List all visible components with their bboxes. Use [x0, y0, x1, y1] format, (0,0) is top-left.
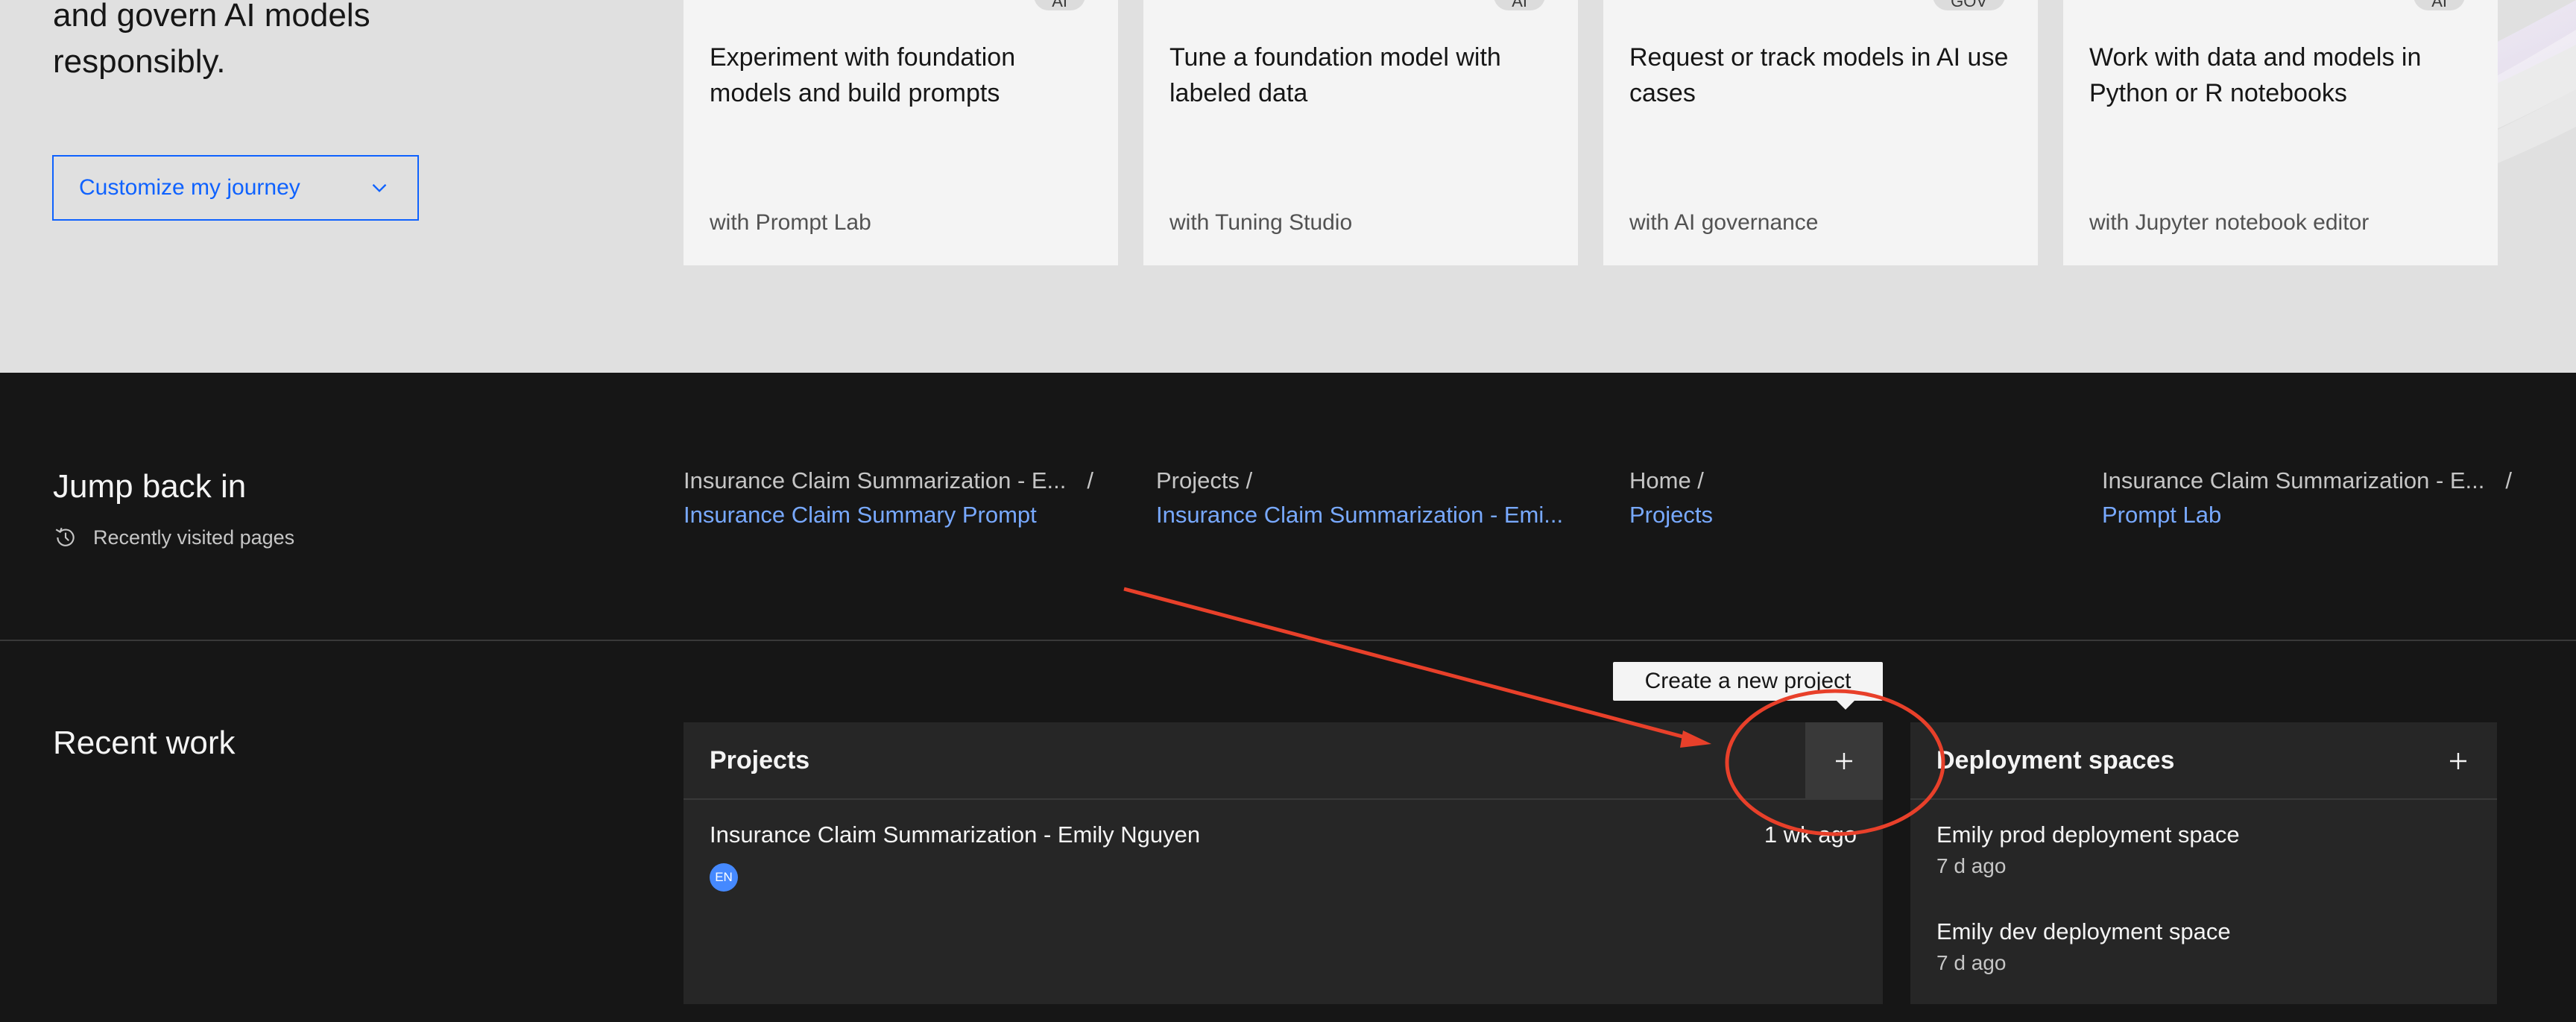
- spaces-panel-title: Deployment spaces: [1936, 745, 2175, 775]
- jump-back-in-title: Jump back in: [53, 468, 247, 505]
- brackets-icon: [710, 0, 747, 13]
- card-title: Work with data and models in Python or R…: [2089, 43, 2422, 107]
- create-space-button[interactable]: [2419, 722, 2497, 800]
- card-ai-governance[interactable]: GOV Request or track models in AI use ca…: [1603, 0, 2038, 265]
- breadcrumb-separator: /: [1087, 467, 1094, 493]
- visited-item: Insurance Claim Summarization - E... / P…: [2102, 464, 2549, 532]
- customize-journey-label: Customize my journey: [79, 175, 300, 200]
- journey-section: and govern AI models responsibly. Custom…: [0, 0, 2576, 373]
- deployment-spaces-panel: Deployment spaces Emily prod deployment …: [1910, 722, 2497, 1004]
- scale-icon: [1629, 0, 1667, 13]
- projects-panel-header: Projects: [684, 722, 1883, 800]
- plus-icon: [2450, 753, 2466, 769]
- card-title: Experiment with foundation models and bu…: [710, 43, 1016, 107]
- visited-breadcrumb: Insurance Claim Summarization - E... /: [684, 464, 1131, 498]
- card-title: Request or track models in AI use cases: [1629, 43, 2009, 107]
- visited-link[interactable]: Projects: [1629, 498, 2077, 532]
- visited-breadcrumb: Insurance Claim Summarization - E... /: [2102, 464, 2549, 498]
- space-time: 7 d ago: [1936, 951, 2007, 974]
- card-tag: AI: [2414, 0, 2465, 10]
- breadcrumb-parent: Home /: [1629, 467, 1704, 493]
- history-icon: [55, 527, 75, 546]
- space-time: 7 d ago: [1936, 854, 2007, 877]
- intro-line-2: responsibly.: [53, 43, 226, 80]
- intro-text: and govern AI models responsibly.: [53, 0, 619, 85]
- card-jupyter-notebook[interactable]: AI Work with data and models in Python o…: [2063, 0, 2498, 265]
- visited-item: Insurance Claim Summarization - E... / I…: [684, 464, 1131, 532]
- jump-back-in-section: Jump back in Recently visited pages Insu…: [0, 373, 2576, 641]
- recently-visited-text: Recently visited pages: [93, 526, 295, 549]
- spaces-panel-header: Deployment spaces: [1910, 722, 2497, 800]
- project-time: 1 wk ago: [1764, 821, 1857, 848]
- plus-icon: [1836, 753, 1852, 769]
- visited-link[interactable]: Insurance Claim Summarization - Emi...: [1156, 498, 1603, 532]
- intro-line-1: and govern AI models: [53, 0, 370, 34]
- card-tuning-studio[interactable]: AI Tune a foundation model with labeled …: [1143, 0, 1578, 265]
- recently-visited-label: Recently visited pages: [53, 525, 294, 550]
- visited-breadcrumb: Projects /: [1156, 464, 1603, 498]
- breadcrumb-parent: Insurance Claim Summarization - E...: [2102, 467, 2485, 493]
- space-name[interactable]: Emily prod deployment space: [1936, 821, 2240, 848]
- card-subtitle: with Prompt Lab: [710, 210, 871, 235]
- chevron-down-icon: [372, 183, 387, 192]
- project-name[interactable]: Insurance Claim Summarization - Emily Ng…: [710, 821, 1200, 848]
- avatar: EN: [710, 863, 738, 892]
- visited-link[interactable]: Insurance Claim Summary Prompt: [684, 498, 1131, 532]
- card-tag: GOV: [1933, 0, 2005, 10]
- visited-item: Home / Projects: [1629, 464, 2077, 532]
- breadcrumb-parent: Insurance Claim Summarization - E...: [684, 467, 1067, 493]
- notebook-icon: [2089, 0, 2127, 13]
- breadcrumb-separator: /: [2505, 467, 2513, 493]
- card-tag: AI: [1494, 0, 1545, 10]
- card-prompt-lab[interactable]: AI Experiment with foundation models and…: [684, 0, 1118, 265]
- visited-item: Projects / Insurance Claim Summarization…: [1156, 464, 1603, 532]
- space-name[interactable]: Emily dev deployment space: [1936, 918, 2231, 945]
- breadcrumb-parent: Projects /: [1156, 467, 1253, 493]
- visited-link[interactable]: Prompt Lab: [2102, 498, 2549, 532]
- card-subtitle: with Tuning Studio: [1169, 210, 1353, 235]
- tuning-icon: [1169, 0, 1207, 13]
- recent-work-title: Recent work: [53, 725, 236, 761]
- create-project-tooltip: Create a new project: [1613, 662, 1883, 710]
- card-subtitle: with AI governance: [1629, 210, 1819, 235]
- projects-panel-title: Projects: [710, 745, 810, 775]
- card-subtitle: with Jupyter notebook editor: [2089, 210, 2370, 235]
- create-project-button[interactable]: [1805, 722, 1883, 800]
- customize-journey-button[interactable]: Customize my journey: [52, 155, 419, 221]
- card-title: Tune a foundation model with labeled dat…: [1169, 43, 1501, 107]
- visited-breadcrumb: Home /: [1629, 464, 2077, 498]
- card-tag: AI: [1034, 0, 1085, 10]
- projects-panel: Projects Insurance Claim Summarization -…: [684, 722, 1883, 1004]
